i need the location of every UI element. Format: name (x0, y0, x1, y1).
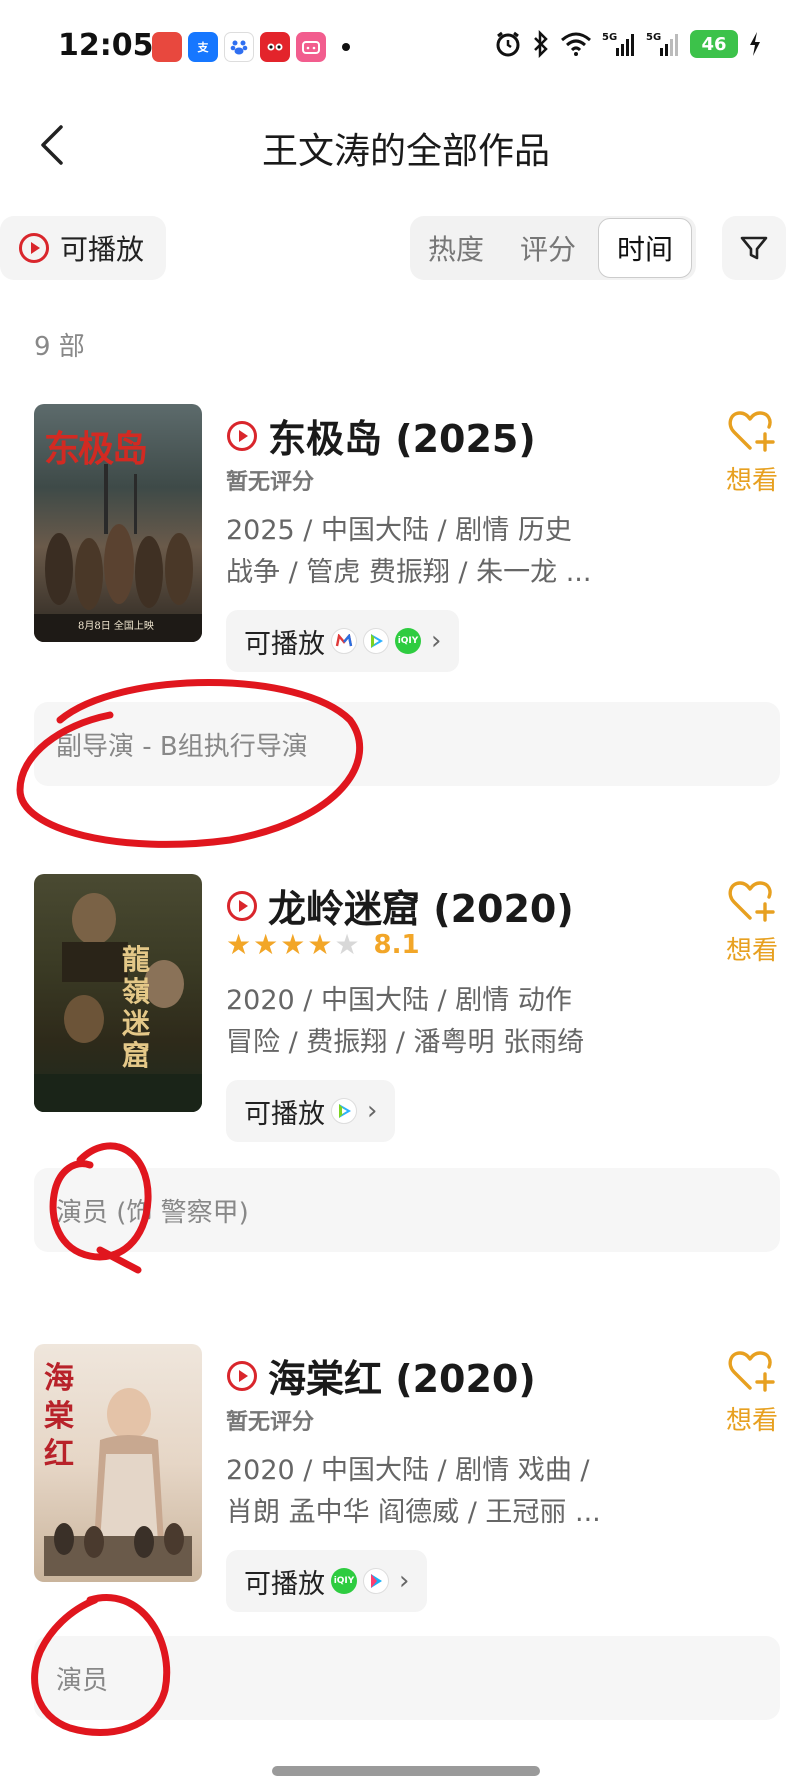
heart-plus-icon (728, 411, 775, 452)
movie-meta-line-1: 2025 / 中国大陆 / 剧情 历史 (226, 515, 572, 546)
svg-text:5G: 5G (602, 32, 617, 43)
funnel-icon (740, 236, 768, 260)
svg-text:5G: 5G (646, 32, 661, 43)
iqiyi-icon: iQIY (331, 1568, 357, 1594)
signal-5g-icon-2: 5G (646, 32, 678, 56)
poster-title-text: 海棠红 (44, 1361, 74, 1472)
movie-title-row: 龙岭迷窟 (2020) (226, 878, 574, 933)
signal-5g-icon: 5G (602, 32, 634, 56)
want-to-watch-label: 想看 (725, 936, 778, 966)
role-text: 演员 (饰 警察甲) (56, 1197, 249, 1228)
play-circle-icon (227, 1360, 257, 1391)
filter-button[interactable] (722, 216, 786, 280)
sort-tab-popularity[interactable]: 热度 (410, 218, 502, 278)
want-to-watch-button[interactable]: 想看 (712, 878, 792, 967)
playable-label: 可播放 (244, 628, 325, 660)
star-icon: ★ (334, 928, 360, 961)
want-to-watch-label: 想看 (725, 1406, 778, 1436)
charging-icon (750, 32, 760, 56)
playable-platforms-button[interactable]: 可播放 iQIY › (226, 610, 460, 672)
bilibili-icon (296, 32, 326, 62)
movie-poster[interactable]: 龍嶺迷窟 (34, 874, 202, 1112)
movie-title[interactable]: 东极岛 (2025) (268, 408, 536, 463)
movie-poster[interactable]: 东极岛 8月8日 全国上映 (34, 404, 202, 642)
movie-rating-stars: ★ ★ ★ ★ ★ 8.1 (226, 930, 420, 960)
alarm-icon (496, 31, 520, 57)
playable-label: 可播放 (244, 1098, 325, 1130)
sort-tabs: 热度 评分 时间 (410, 216, 696, 280)
wifi-icon (561, 32, 591, 56)
want-to-watch-button[interactable]: 想看 (712, 408, 792, 497)
want-to-watch-label: 想看 (725, 466, 778, 496)
star-icon: ★ (307, 928, 333, 961)
playable-filter-chip[interactable]: 可播放 (0, 216, 166, 280)
poster-title-text: 东极岛 (44, 428, 148, 470)
movie-poster[interactable]: 海棠红 (34, 1344, 202, 1582)
star-icon: ★ (280, 928, 306, 961)
status-bar: 12:05 支 5G 5G 46 (0, 0, 812, 100)
play-circle-icon (19, 233, 49, 263)
play-circle-icon (227, 890, 257, 921)
chevron-right-icon: › (399, 1566, 410, 1596)
star-icon: ★ (253, 928, 279, 961)
chevron-right-icon: › (431, 626, 442, 656)
page-title: 王文涛的全部作品 (261, 131, 550, 172)
role-text: 演员 (56, 1665, 109, 1696)
movie-rating-text: 暂无评分 (226, 1410, 315, 1435)
movie-meta-line-1: 2020 / 中国大陆 / 剧情 动作 (226, 985, 572, 1016)
role-text: 副导演 - B组执行导演 (56, 731, 308, 762)
battery-indicator: 46 (690, 30, 738, 58)
movie-meta-line-2: 战争 / 管虎 费振翔 / 朱一龙 ... (226, 557, 592, 588)
youku-icon (363, 1568, 389, 1594)
movie-score: 8.1 (373, 930, 420, 960)
playable-platforms-button[interactable]: 可播放 iQIY › (226, 1550, 428, 1612)
playable-label: 可播放 (244, 1568, 325, 1600)
status-app-icons: 支 (152, 32, 350, 62)
want-to-watch-button[interactable]: 想看 (712, 1348, 792, 1437)
tmall-icon (260, 32, 290, 62)
baidu-icon (224, 32, 254, 62)
poster-caption: 8月8日 全国上映 (78, 621, 154, 632)
works-count: 9 部 (34, 332, 85, 362)
home-indicator[interactable] (272, 1766, 540, 1776)
movie-title[interactable]: 龙岭迷窟 (2020) (268, 878, 574, 933)
status-indicators: 5G 5G 46 (494, 30, 762, 58)
iqiyi-icon: iQIY (395, 628, 421, 654)
chevron-right-icon: › (367, 1096, 378, 1126)
bluetooth-icon (534, 30, 548, 58)
playable-platforms-button[interactable]: 可播放 › (226, 1080, 396, 1142)
star-icon: ★ (226, 928, 252, 961)
movie-meta-line-1: 2020 / 中国大陆 / 剧情 戏曲 / (226, 1455, 590, 1486)
heart-plus-icon (728, 1351, 775, 1392)
playable-filter-label: 可播放 (60, 233, 145, 266)
movie-title-row: 海棠红 (2020) (226, 1348, 536, 1403)
movie-title-row: 东极岛 (2025) (226, 408, 536, 463)
poster-figures (34, 893, 202, 1112)
tencent-video-icon (363, 628, 389, 654)
role-box: 演员 (饰 警察甲) (34, 1168, 780, 1252)
alipay-icon: 支 (188, 32, 218, 62)
sort-tab-time[interactable]: 时间 (598, 218, 692, 278)
movie-rating-text: 暂无评分 (226, 470, 315, 495)
role-box: 演员 (34, 1636, 780, 1720)
mgtv-icon (331, 628, 357, 654)
role-box: 副导演 - B组执行导演 (34, 702, 780, 786)
notification-dot (342, 43, 350, 51)
movie-meta-line-2: 冒险 / 费振翔 / 潘粤明 张雨绮 (226, 1027, 585, 1058)
status-time: 12:05 (58, 28, 154, 63)
heart-plus-icon (728, 881, 775, 922)
sort-tab-rating[interactable]: 评分 (502, 218, 594, 278)
tencent-video-icon (331, 1098, 357, 1124)
poster-title-text: 龍嶺迷窟 (122, 943, 151, 1072)
movie-meta-line-2: 肖朗 孟中华 阎德威 / 王冠丽 ... (226, 1497, 601, 1528)
movie-title[interactable]: 海棠红 (2020) (268, 1348, 536, 1403)
play-circle-icon (227, 420, 257, 451)
app-1-icon (152, 32, 182, 62)
